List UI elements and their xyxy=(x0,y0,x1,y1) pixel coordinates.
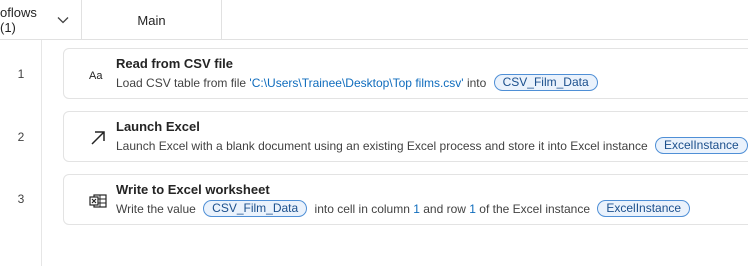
desc-text: and row xyxy=(419,201,470,216)
svg-text:Aa: Aa xyxy=(89,70,103,82)
desc-text: into cell in column xyxy=(311,201,414,216)
variable-pill[interactable]: ExcelInstance xyxy=(597,200,691,217)
row-value: 1 xyxy=(469,201,476,216)
tab-main[interactable]: Main xyxy=(82,0,222,40)
tab-subflows-label: oflows (1) xyxy=(0,5,37,35)
desc-text: Launch Excel with a blank document using… xyxy=(116,138,651,153)
line-number-gutter: 1 2 3 xyxy=(0,40,42,266)
action-title: Read from CSV file xyxy=(116,56,234,71)
launch-arrow-icon xyxy=(88,128,108,148)
line-number: 2 xyxy=(17,130,25,144)
column-value: 1 xyxy=(413,201,420,216)
tab-bar: oflows (1) Main xyxy=(0,0,748,40)
variable-pill[interactable]: ExcelInstance xyxy=(654,137,748,154)
desc-text: into xyxy=(463,75,490,90)
desc-text: Load CSV table from file xyxy=(116,75,250,90)
action-description: Load CSV table from file 'C:\Users\Train… xyxy=(116,74,602,91)
chevron-down-icon[interactable] xyxy=(57,16,69,24)
action-description: Launch Excel with a blank document using… xyxy=(116,137,748,154)
desc-text: Write the value xyxy=(116,201,200,216)
line-number: 3 xyxy=(17,192,25,206)
desc-text: of the Excel instance xyxy=(475,201,594,216)
variable-pill[interactable]: CSV_Film_Data xyxy=(493,74,598,91)
excel-worksheet-icon xyxy=(88,191,108,211)
line-number: 1 xyxy=(17,67,25,81)
text-aa-icon: Aa xyxy=(88,65,108,85)
action-write-excel[interactable]: Write to Excel worksheet Write the value… xyxy=(63,174,748,225)
file-path: 'C:\Users\Trainee\Desktop\Top films.csv' xyxy=(249,75,464,90)
tab-main-label: Main xyxy=(137,12,166,28)
variable-pill[interactable]: CSV_Film_Data xyxy=(203,200,308,217)
action-read-csv[interactable]: Aa Read from CSV file Load CSV table fro… xyxy=(63,48,748,99)
tab-subflows[interactable]: oflows (1) xyxy=(0,0,82,40)
action-title: Write to Excel worksheet xyxy=(116,182,270,197)
flow-designer: oflows (1) Main 1 2 3 Aa Read from CSV f… xyxy=(0,0,748,266)
action-title: Launch Excel xyxy=(116,119,200,134)
action-description: Write the value CSV_Film_Data into cell … xyxy=(116,200,694,217)
action-launch-excel[interactable]: Launch Excel Launch Excel with a blank d… xyxy=(63,111,748,162)
